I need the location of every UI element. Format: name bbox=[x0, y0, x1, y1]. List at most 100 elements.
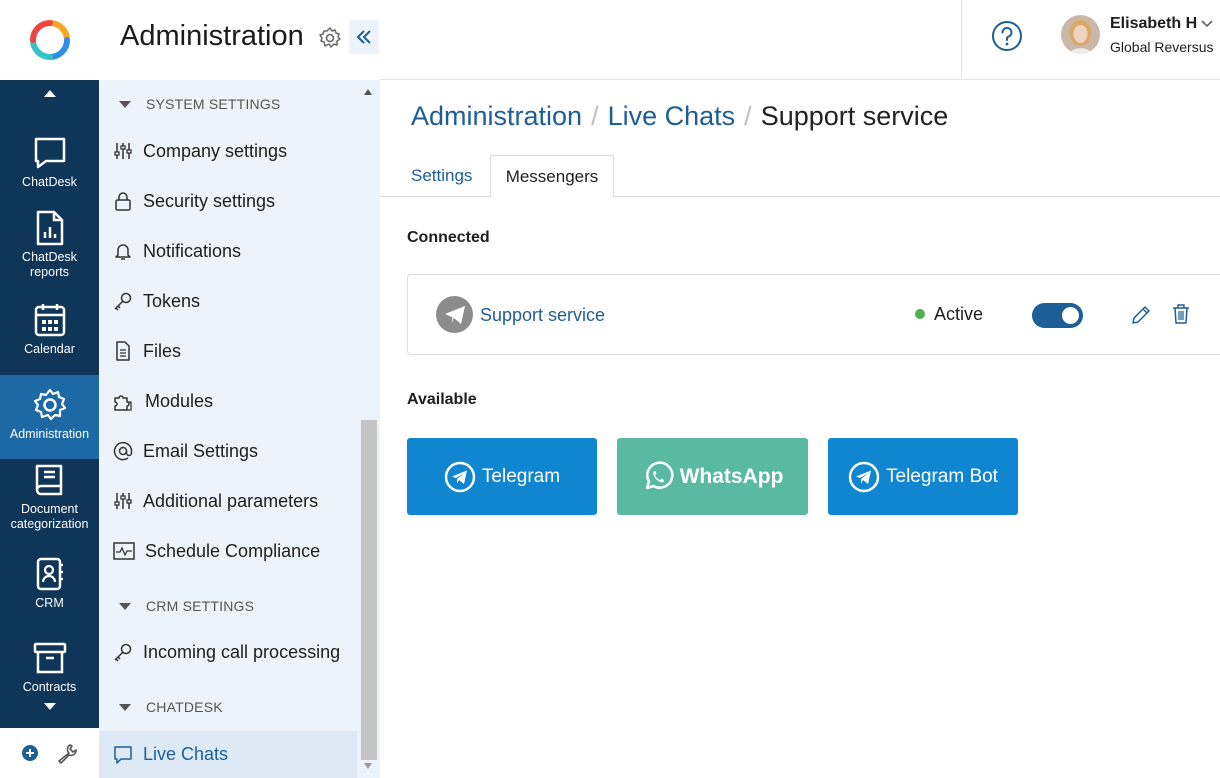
rail-scroll-up-button[interactable] bbox=[0, 90, 99, 97]
calendar-icon bbox=[34, 304, 65, 337]
app-logo[interactable] bbox=[0, 0, 99, 80]
rail-item-chatdesk-reports[interactable]: ChatDesk reports bbox=[0, 210, 99, 288]
sidebar-item-schedule-compliance[interactable]: Schedule Compliance bbox=[99, 529, 357, 573]
chevron-down-icon[interactable] bbox=[1200, 19, 1214, 29]
rail-item-label: ChatDesk reports bbox=[22, 250, 77, 279]
channel-active-toggle[interactable] bbox=[1032, 303, 1083, 328]
pencil-icon[interactable] bbox=[1130, 304, 1152, 326]
collapse-sidebar-button[interactable] bbox=[349, 20, 379, 54]
sidebar-header: Administration bbox=[99, 0, 380, 80]
rail-item-document-categorization[interactable]: Document categorization bbox=[0, 462, 99, 540]
sidebar-item-label: Tokens bbox=[143, 290, 201, 311]
key-icon bbox=[114, 643, 132, 662]
rail-item-label: Administration bbox=[9, 427, 90, 441]
scroll-down-arrow-icon[interactable] bbox=[364, 763, 372, 769]
breadcrumb-administration[interactable]: Administration bbox=[411, 101, 582, 132]
caret-up-icon bbox=[43, 90, 56, 97]
gear-icon bbox=[33, 388, 66, 421]
sidebar-item-notifications[interactable]: Notifications bbox=[99, 229, 357, 273]
status-label: Active bbox=[934, 304, 984, 324]
sidebar-title: Administration bbox=[120, 20, 304, 52]
rail-item-administration[interactable]: Administration bbox=[0, 375, 99, 459]
sidebar-scrollbar[interactable] bbox=[359, 80, 377, 778]
rail-item-label: Calendar bbox=[24, 342, 75, 356]
status-indicator bbox=[915, 309, 925, 319]
wrench-icon[interactable] bbox=[56, 742, 78, 764]
rail-item-label: Document categorization bbox=[10, 502, 89, 531]
caret-down-icon bbox=[119, 100, 131, 108]
tab-settings[interactable]: Settings bbox=[411, 155, 472, 197]
telegram-icon bbox=[444, 461, 476, 492]
sidebar-item-incoming-call-processing[interactable]: Incoming call processing bbox=[99, 630, 357, 674]
activity-chart-icon bbox=[113, 542, 135, 560]
rail-footer bbox=[0, 728, 99, 778]
archive-box-icon bbox=[33, 642, 66, 674]
messenger-label: Telegram bbox=[481, 465, 561, 487]
rail-item-crm[interactable]: CRM bbox=[0, 556, 99, 614]
sidebar-item-company-settings[interactable]: Company settings bbox=[99, 129, 357, 173]
section-chatdesk[interactable]: CHATDESK bbox=[119, 699, 223, 715]
contact-card-icon bbox=[36, 557, 63, 591]
sidebar-item-security-settings[interactable]: Security settings bbox=[99, 179, 357, 223]
sidebar-item-additional-parameters[interactable]: Additional parameters bbox=[99, 479, 357, 523]
settings-sidebar: Administration SYSTEM SETTINGS Company s… bbox=[99, 0, 380, 778]
tab-messengers[interactable]: Messengers bbox=[490, 155, 614, 198]
rail-item-chatdesk[interactable]: ChatDesk bbox=[0, 135, 99, 197]
scroll-up-arrow-icon[interactable] bbox=[364, 89, 372, 95]
book-icon bbox=[35, 464, 62, 496]
sidebar-item-label: Company settings bbox=[143, 140, 288, 161]
add-telegram-button[interactable]: Telegram bbox=[407, 438, 597, 515]
report-icon bbox=[36, 210, 63, 246]
telegram-icon bbox=[436, 296, 473, 333]
rail-item-calendar[interactable]: Calendar bbox=[0, 302, 99, 362]
sidebar-item-email-settings[interactable]: Email Settings bbox=[99, 429, 357, 473]
connected-heading: Connected bbox=[407, 229, 490, 246]
sidebar-item-label: Incoming call processing bbox=[143, 641, 341, 662]
caret-down-icon bbox=[43, 703, 56, 710]
rail-scroll-down-button[interactable] bbox=[0, 703, 99, 710]
puzzle-icon bbox=[114, 395, 132, 411]
add-whatsapp-button[interactable]: WhatsApp bbox=[617, 438, 808, 515]
sidebar-item-label: Modules bbox=[145, 390, 214, 411]
caret-down-icon bbox=[119, 602, 131, 610]
top-bar: Elisabeth H Global Reversus bbox=[380, 0, 1220, 80]
user-name[interactable]: Elisabeth H bbox=[1110, 15, 1197, 33]
sidebar-item-modules[interactable]: Modules bbox=[99, 379, 357, 423]
lock-icon bbox=[115, 192, 131, 211]
help-icon[interactable] bbox=[991, 20, 1023, 52]
sidebar-item-live-chats[interactable]: Live Chats bbox=[99, 731, 357, 778]
chat-bubble-icon bbox=[114, 745, 132, 764]
sidebar-item-label: Notifications bbox=[143, 240, 242, 261]
messenger-label: Telegram Bot bbox=[886, 465, 998, 487]
avatar[interactable] bbox=[1061, 15, 1100, 54]
sidebar-item-label: Email Settings bbox=[143, 440, 259, 461]
add-circle-icon[interactable] bbox=[21, 744, 39, 762]
sidebar-item-label: Live Chats bbox=[143, 744, 229, 764]
rail-item-contracts[interactable]: Contracts bbox=[0, 640, 99, 698]
chat-bubble-icon bbox=[34, 137, 65, 169]
sidebar-item-files[interactable]: Files bbox=[99, 329, 357, 373]
connected-channel-card: Support service Active bbox=[407, 274, 1220, 355]
app-rail: ChatDesk ChatDesk reports Calendar Admin… bbox=[0, 0, 99, 778]
at-sign-icon bbox=[113, 441, 133, 461]
sidebar-item-label: Security settings bbox=[143, 190, 276, 211]
section-crm-settings[interactable]: CRM SETTINGS bbox=[119, 598, 254, 614]
breadcrumb-live-chats[interactable]: Live Chats bbox=[608, 101, 736, 132]
add-telegram-bot-button[interactable]: Telegram Bot bbox=[828, 438, 1018, 515]
user-photo-icon bbox=[1061, 15, 1100, 54]
channel-name-link[interactable]: Support service bbox=[480, 305, 605, 326]
rail-item-label: Contracts bbox=[22, 680, 77, 694]
breadcrumb-separator: / bbox=[591, 101, 599, 131]
file-icon bbox=[116, 341, 130, 361]
sidebar-item-label: Schedule Compliance bbox=[145, 540, 321, 561]
rail-item-label: CRM bbox=[35, 596, 64, 610]
sidebar-item-tokens[interactable]: Tokens bbox=[99, 279, 357, 323]
caret-down-icon bbox=[119, 703, 131, 711]
settings-gear-icon[interactable] bbox=[318, 26, 342, 50]
scrollbar-thumb[interactable] bbox=[361, 420, 377, 760]
page-title: Support service bbox=[760, 101, 949, 131]
trash-icon[interactable] bbox=[1171, 303, 1191, 325]
sidebar-item-label: Files bbox=[143, 340, 182, 361]
section-system-settings[interactable]: SYSTEM SETTINGS bbox=[119, 96, 280, 112]
section-label: SYSTEM SETTINGS bbox=[146, 96, 281, 112]
